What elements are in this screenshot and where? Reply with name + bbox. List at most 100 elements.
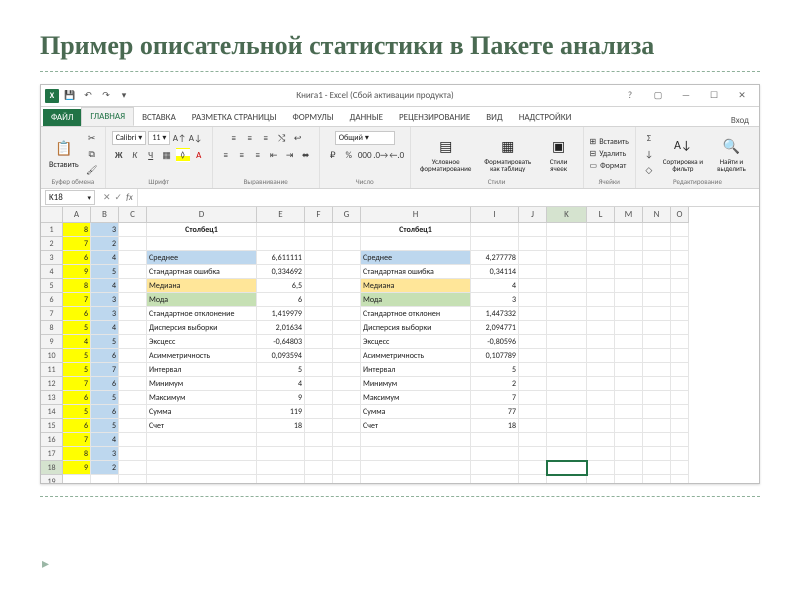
cell-G8[interactable]: [333, 321, 361, 335]
cell-O19[interactable]: [671, 475, 689, 484]
cell-O7[interactable]: [671, 307, 689, 321]
cell-F19[interactable]: [305, 475, 333, 484]
cell-O11[interactable]: [671, 363, 689, 377]
cell-K16[interactable]: [547, 433, 587, 447]
cell-J6[interactable]: [519, 293, 547, 307]
cell-G3[interactable]: [333, 251, 361, 265]
row-header-19[interactable]: 19: [41, 475, 63, 484]
cell-K15[interactable]: [547, 419, 587, 433]
indent-decrease-icon[interactable]: ⇤: [267, 148, 281, 162]
cell-O14[interactable]: [671, 405, 689, 419]
row-header-8[interactable]: 8: [41, 321, 63, 335]
row-header-2[interactable]: 2: [41, 237, 63, 251]
cell-G5[interactable]: [333, 279, 361, 293]
cell-O13[interactable]: [671, 391, 689, 405]
column-header-N[interactable]: N: [643, 207, 671, 223]
cell-I18[interactable]: [471, 461, 519, 475]
cell-G16[interactable]: [333, 433, 361, 447]
row-header-4[interactable]: 4: [41, 265, 63, 279]
cell-D2[interactable]: [147, 237, 257, 251]
cell-G17[interactable]: [333, 447, 361, 461]
cell-E1[interactable]: [257, 223, 305, 237]
column-header-F[interactable]: F: [305, 207, 333, 223]
font-size-select[interactable]: 11▾: [148, 131, 170, 145]
cell-G6[interactable]: [333, 293, 361, 307]
cell-A19[interactable]: [63, 475, 91, 484]
cell-B14[interactable]: 6: [91, 405, 119, 419]
cell-M3[interactable]: [615, 251, 643, 265]
cell-N15[interactable]: [643, 419, 671, 433]
cell-N10[interactable]: [643, 349, 671, 363]
cell-G13[interactable]: [333, 391, 361, 405]
cell-B8[interactable]: 4: [91, 321, 119, 335]
indent-increase-icon[interactable]: ⇥: [283, 148, 297, 162]
help-icon[interactable]: ?: [619, 90, 641, 101]
cell-H15[interactable]: Счет: [361, 419, 471, 433]
underline-button[interactable]: Ч: [144, 148, 158, 162]
cell-O12[interactable]: [671, 377, 689, 391]
cell-N7[interactable]: [643, 307, 671, 321]
column-header-I[interactable]: I: [471, 207, 519, 223]
cell-M17[interactable]: [615, 447, 643, 461]
column-header-K[interactable]: K: [547, 207, 587, 223]
cell-D9[interactable]: Эксцесс: [147, 335, 257, 349]
maximize-icon[interactable]: ☐: [703, 90, 725, 101]
row-header-11[interactable]: 11: [41, 363, 63, 377]
cell-O15[interactable]: [671, 419, 689, 433]
cell-C1[interactable]: [119, 223, 147, 237]
cell-N5[interactable]: [643, 279, 671, 293]
ribbon-tab-надстройки[interactable]: НАДСТРОЙКИ: [511, 109, 580, 126]
cell-H19[interactable]: [361, 475, 471, 484]
cell-I12[interactable]: 2: [471, 377, 519, 391]
cell-J16[interactable]: [519, 433, 547, 447]
cell-A4[interactable]: 9: [63, 265, 91, 279]
sign-in-link[interactable]: Вход: [731, 115, 759, 126]
cell-E10[interactable]: 0,093594: [257, 349, 305, 363]
cell-E9[interactable]: -0,64803: [257, 335, 305, 349]
cell-H5[interactable]: Медиана: [361, 279, 471, 293]
cell-K12[interactable]: [547, 377, 587, 391]
cell-L15[interactable]: [587, 419, 615, 433]
cell-D12[interactable]: Минимум: [147, 377, 257, 391]
find-select-button[interactable]: 🔍 Найти и выделить: [710, 134, 753, 174]
cell-D11[interactable]: Интервал: [147, 363, 257, 377]
cell-N11[interactable]: [643, 363, 671, 377]
cell-B7[interactable]: 3: [91, 307, 119, 321]
column-header-H[interactable]: H: [361, 207, 471, 223]
cell-L7[interactable]: [587, 307, 615, 321]
cell-L14[interactable]: [587, 405, 615, 419]
cell-A14[interactable]: 5: [63, 405, 91, 419]
cell-D18[interactable]: [147, 461, 257, 475]
cell-F17[interactable]: [305, 447, 333, 461]
cell-O1[interactable]: [671, 223, 689, 237]
column-header-M[interactable]: M: [615, 207, 643, 223]
cell-F4[interactable]: [305, 265, 333, 279]
cell-A3[interactable]: 6: [63, 251, 91, 265]
decrease-font-icon[interactable]: A↓: [188, 131, 202, 145]
cell-N19[interactable]: [643, 475, 671, 484]
number-format-select[interactable]: Общий▾: [335, 131, 395, 145]
cell-M5[interactable]: [615, 279, 643, 293]
spreadsheet-grid[interactable]: ABCDEFGHIJKLMNO 123456789101112131415161…: [41, 207, 759, 483]
increase-decimal-icon[interactable]: .0→: [374, 148, 388, 162]
row-header-9[interactable]: 9: [41, 335, 63, 349]
cell-E8[interactable]: 2,01634: [257, 321, 305, 335]
cell-I9[interactable]: -0,80596: [471, 335, 519, 349]
align-left-icon[interactable]: ≡: [219, 148, 233, 162]
cell-H17[interactable]: [361, 447, 471, 461]
cell-B19[interactable]: [91, 475, 119, 484]
cell-L8[interactable]: [587, 321, 615, 335]
cell-N16[interactable]: [643, 433, 671, 447]
cell-I14[interactable]: 77: [471, 405, 519, 419]
cell-M18[interactable]: [615, 461, 643, 475]
cell-B15[interactable]: 5: [91, 419, 119, 433]
copy-icon[interactable]: ⧉: [85, 147, 99, 161]
cell-E2[interactable]: [257, 237, 305, 251]
cell-D4[interactable]: Стандартная ошибка: [147, 265, 257, 279]
cell-L12[interactable]: [587, 377, 615, 391]
cell-L11[interactable]: [587, 363, 615, 377]
column-header-D[interactable]: D: [147, 207, 257, 223]
comma-icon[interactable]: 000: [358, 148, 372, 162]
cell-B1[interactable]: 3: [91, 223, 119, 237]
cell-N13[interactable]: [643, 391, 671, 405]
